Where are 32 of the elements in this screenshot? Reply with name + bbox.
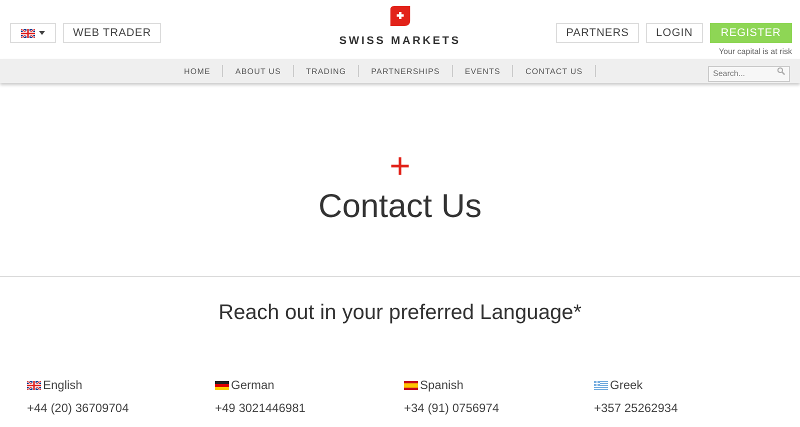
german-flag-icon [215,380,229,390]
risk-warning: Your capital is at risk [718,47,792,56]
nav-link[interactable]: TRADING [294,65,360,77]
search-icon [777,67,785,75]
search-field[interactable]: Search... [708,66,790,82]
logo-icon [390,6,410,26]
phone-number: +49 3021446981 [215,401,306,415]
phone-number: +357 25262934 [594,401,679,415]
phone-number: +34 (91) 0756974 [404,401,500,415]
language-name: English [43,378,82,392]
language-name: Greek [610,378,643,392]
spanish-flag-icon [404,380,418,390]
language-button[interactable] [10,23,56,43]
section-heading: Reach out in your preferred Language* [217,301,583,325]
uk-flag-icon [21,28,35,38]
greek-flag-icon [594,380,608,390]
plus-mark: + [389,151,411,181]
page-title: Contact Us [318,187,482,225]
nav-link[interactable]: EVENTS [452,65,514,77]
web-trader-button[interactable]: WEB TRADER [63,23,162,43]
nav-link[interactable]: PARTNERSHIPS [359,65,453,77]
nav-link[interactable]: CONTACT US [513,65,596,77]
language-name: Spanish [420,378,464,392]
nav-link[interactable]: ABOUT US [223,65,294,77]
nav-link[interactable]: HOME [172,65,224,77]
partners-button[interactable]: PARTNERS [556,23,640,43]
login-button[interactable]: LOGIN [646,23,703,43]
uk-flag-icon [27,380,41,390]
logo-text: SWISS MARKETS [339,35,461,47]
caret-icon [39,31,45,35]
phone-number: +44 (20) 36709704 [27,401,130,415]
language-name: German [231,378,274,392]
